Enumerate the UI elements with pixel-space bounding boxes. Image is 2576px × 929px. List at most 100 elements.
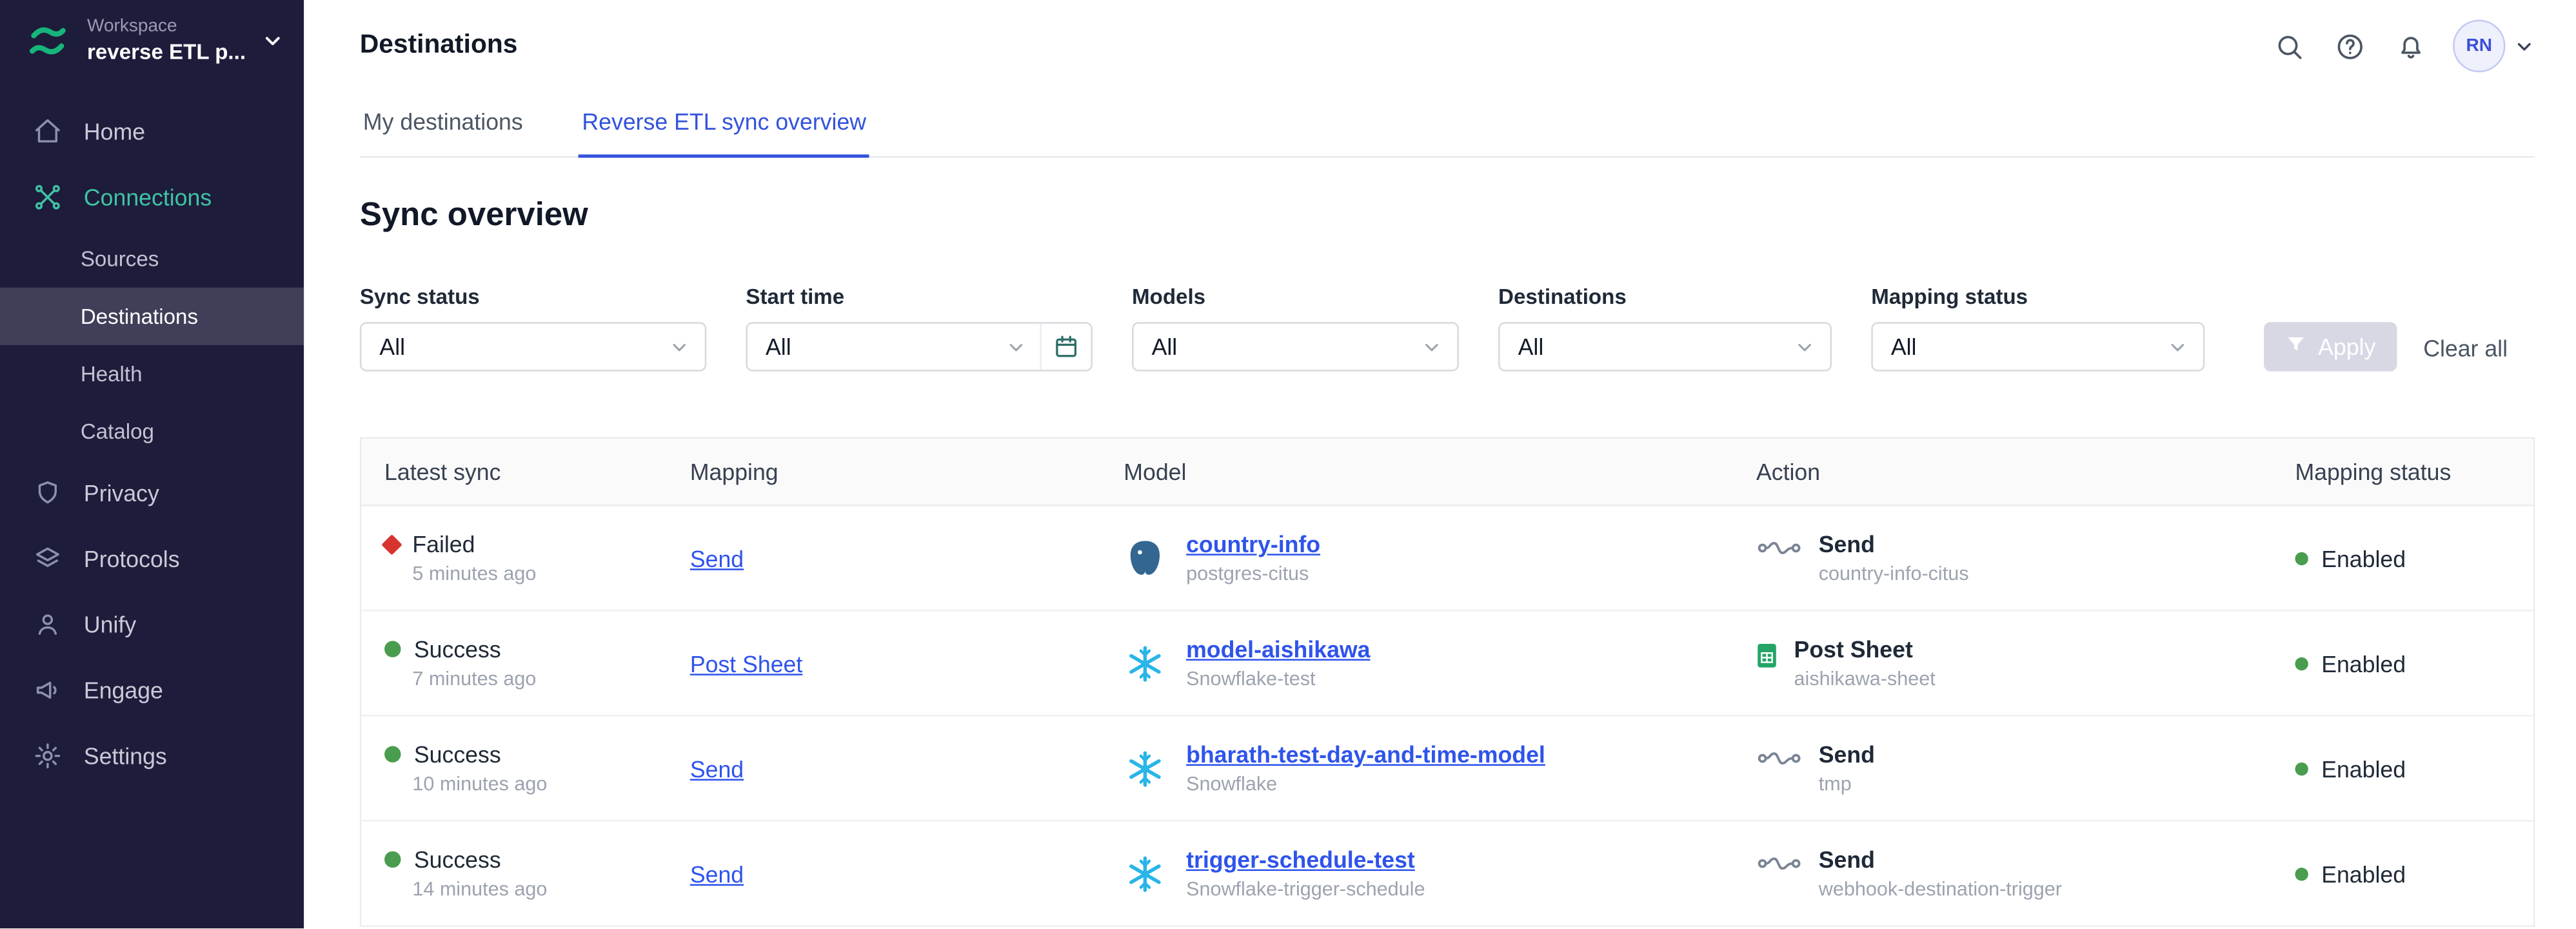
sidebar-item-catalog[interactable]: Catalog xyxy=(0,403,304,460)
webhook-icon xyxy=(1756,537,1802,559)
snowflake-icon xyxy=(1124,852,1166,895)
table-row: Success 10 minutes ago Send bharath-test… xyxy=(361,717,2533,822)
action-target: tmp xyxy=(1819,772,1875,795)
workspace-label: Workspace xyxy=(87,16,246,39)
destinations-select[interactable]: All xyxy=(1498,322,1832,371)
user-icon xyxy=(33,610,63,639)
sync-time: 14 minutes ago xyxy=(412,877,667,901)
model-link[interactable]: model-aishikawa xyxy=(1186,636,1370,663)
sidebar-item-protocols[interactable]: Protocols xyxy=(0,526,304,592)
sync-overview-table: Latest sync Mapping Model Action Mapping… xyxy=(360,437,2535,927)
sidebar-item-privacy[interactable]: Privacy xyxy=(0,460,304,526)
action-name: Send xyxy=(1819,741,1875,768)
sync-time: 5 minutes ago xyxy=(412,562,667,585)
mapping-status-text: Enabled xyxy=(2321,755,2406,781)
chevron-down-icon xyxy=(1421,336,1442,357)
page-title: Sync overview xyxy=(360,197,2535,235)
table-row: Success 14 minutes ago Send trigger-sche… xyxy=(361,822,2533,927)
table-row: Success 7 minutes ago Post Sheet model-a… xyxy=(361,612,2533,717)
mapping-status-text: Enabled xyxy=(2321,860,2406,886)
mapping-link[interactable]: Post Sheet xyxy=(690,650,802,676)
postgres-icon xyxy=(1124,537,1166,579)
connections-icon xyxy=(33,183,63,212)
sidebar-item-label: Privacy xyxy=(84,480,159,506)
layers-icon xyxy=(33,544,63,574)
filter-funnel-icon xyxy=(2285,334,2306,360)
avatar: RN xyxy=(2453,20,2506,73)
chevron-down-icon xyxy=(2513,35,2535,57)
start-time-select[interactable]: All xyxy=(746,322,1092,371)
filter-label-models: Models xyxy=(1132,285,1459,309)
sidebar-item-settings[interactable]: Settings xyxy=(0,723,304,789)
sidebar-item-label: Home xyxy=(84,118,145,145)
search-icon[interactable] xyxy=(2270,28,2306,64)
mapping-status-text: Enabled xyxy=(2321,544,2406,571)
mapping-link[interactable]: Send xyxy=(690,544,744,571)
model-link[interactable]: bharath-test-day-and-time-model xyxy=(1186,741,1545,768)
sidebar-item-destinations[interactable]: Destinations xyxy=(0,288,304,345)
sync-status-text: Success xyxy=(414,846,501,873)
sync-status-text: Failed xyxy=(412,531,475,557)
model-link[interactable]: trigger-schedule-test xyxy=(1186,846,1415,873)
mapping-status-select[interactable]: All xyxy=(1871,322,2204,371)
sync-status-select[interactable]: All xyxy=(360,322,706,371)
model-link[interactable]: country-info xyxy=(1186,531,1320,557)
action-name: Post Sheet xyxy=(1794,636,1936,663)
model-source: postgres-citus xyxy=(1186,562,1320,585)
sidebar: Workspace reverse ETL p... Home xyxy=(0,0,304,928)
success-status-icon xyxy=(384,641,401,657)
sidebar-item-unify[interactable]: Unify xyxy=(0,592,304,657)
page-header-title: Destinations xyxy=(360,31,518,61)
help-icon[interactable] xyxy=(2331,28,2367,64)
sidebar-item-home[interactable]: Home xyxy=(0,99,304,165)
apply-button[interactable]: Apply xyxy=(2264,322,2397,371)
models-select[interactable]: All xyxy=(1132,322,1459,371)
user-menu[interactable]: RN xyxy=(2453,20,2535,73)
chevron-down-icon xyxy=(1794,336,1816,357)
enabled-status-icon xyxy=(2295,657,2308,670)
sheet-icon xyxy=(1756,643,1778,669)
sidebar-item-label: Connections xyxy=(84,184,212,210)
sync-status-text: Success xyxy=(414,636,501,663)
column-header-latest-sync: Latest sync xyxy=(361,459,667,485)
success-status-icon xyxy=(384,851,401,867)
workspace-switcher[interactable]: Workspace reverse ETL p... xyxy=(0,0,304,82)
sidebar-item-connections[interactable]: Connections xyxy=(0,165,304,230)
content: Sync overview Sync status All Start time… xyxy=(304,158,2576,927)
action-name: Send xyxy=(1819,846,2062,873)
calendar-icon[interactable] xyxy=(1040,324,1091,370)
column-header-action: Action xyxy=(1733,459,2272,485)
success-status-icon xyxy=(384,746,401,762)
sidebar-item-engage[interactable]: Engage xyxy=(0,657,304,723)
sidebar-item-health[interactable]: Health xyxy=(0,345,304,403)
home-icon xyxy=(33,117,63,146)
enabled-status-icon xyxy=(2295,867,2308,880)
sidebar-item-label: Protocols xyxy=(84,546,180,572)
filter-label-start-time: Start time xyxy=(746,285,1092,309)
mapping-link[interactable]: Send xyxy=(690,755,744,781)
sidebar-item-sources[interactable]: Sources xyxy=(0,230,304,288)
bell-icon[interactable] xyxy=(2392,28,2428,64)
top-bar: Destinations RN xyxy=(304,0,2576,92)
main-area: Destinations RN xyxy=(304,0,2576,928)
sidebar-item-label: Unify xyxy=(84,612,136,638)
column-header-mapping-status: Mapping status xyxy=(2272,459,2533,485)
webhook-icon xyxy=(1756,748,1802,769)
tab-my-destinations[interactable]: My destinations xyxy=(360,92,526,156)
sync-time: 10 minutes ago xyxy=(412,772,667,795)
model-source: Snowflake-trigger-schedule xyxy=(1186,877,1425,901)
action-name: Send xyxy=(1819,531,1969,557)
model-source: Snowflake-test xyxy=(1186,667,1370,690)
sync-status-text: Success xyxy=(414,741,501,768)
clear-all-link[interactable]: Clear all xyxy=(2423,335,2508,362)
chevron-down-icon xyxy=(261,30,284,53)
shield-icon xyxy=(33,478,63,508)
tab-reverse-etl-sync-overview[interactable]: Reverse ETL sync overview xyxy=(579,92,869,156)
tab-bar: My destinations Reverse ETL sync overvie… xyxy=(360,92,2535,158)
filter-label-destinations: Destinations xyxy=(1498,285,1832,309)
mapping-link[interactable]: Send xyxy=(690,860,744,886)
action-target: aishikawa-sheet xyxy=(1794,667,1936,690)
chevron-down-icon xyxy=(669,336,690,357)
mapping-status-text: Enabled xyxy=(2321,650,2406,676)
enabled-status-icon xyxy=(2295,552,2308,564)
